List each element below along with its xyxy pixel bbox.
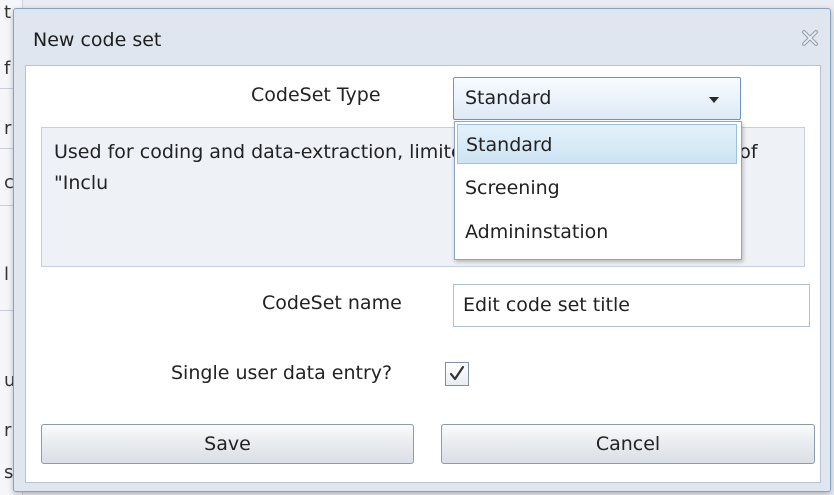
codeset-type-value: Standard [465,87,552,109]
background-glyph: r [4,118,12,139]
codeset-name-input[interactable] [463,294,793,316]
chevron-down-icon [709,97,719,103]
new-code-set-dialog: New code set CodeSet Type Standard Used … [13,8,831,492]
codeset-name-label: CodeSet name [262,292,402,314]
dropdown-option-administration[interactable]: Admininstation [457,212,737,252]
background-glyph: t [4,2,12,23]
codeset-type-label: CodeSet Type [251,84,381,106]
single-user-checkbox[interactable] [445,362,469,386]
single-user-label: Single user data entry? [171,362,393,384]
codeset-type-dropdown-list: Standard Screening Admininstation [454,121,742,260]
codeset-name-field[interactable] [453,284,810,327]
dropdown-option-screening[interactable]: Screening [457,168,737,208]
dialog-title: New code set [33,29,162,51]
background-glyph: s [4,462,14,483]
background-glyph: l [4,264,10,285]
checkmark-icon [449,365,465,381]
dropdown-option-standard[interactable]: Standard [457,124,737,164]
background-glyph: f [4,58,11,79]
dialog-content: CodeSet Type Standard Used for coding an… [25,65,821,483]
dialog-titlebar[interactable]: New code set [14,9,830,64]
cancel-button[interactable]: Cancel [441,424,815,464]
codeset-type-select[interactable]: Standard [453,77,741,120]
close-icon[interactable] [798,26,822,50]
background-glyph: r [4,420,12,441]
save-button[interactable]: Save [41,424,414,464]
